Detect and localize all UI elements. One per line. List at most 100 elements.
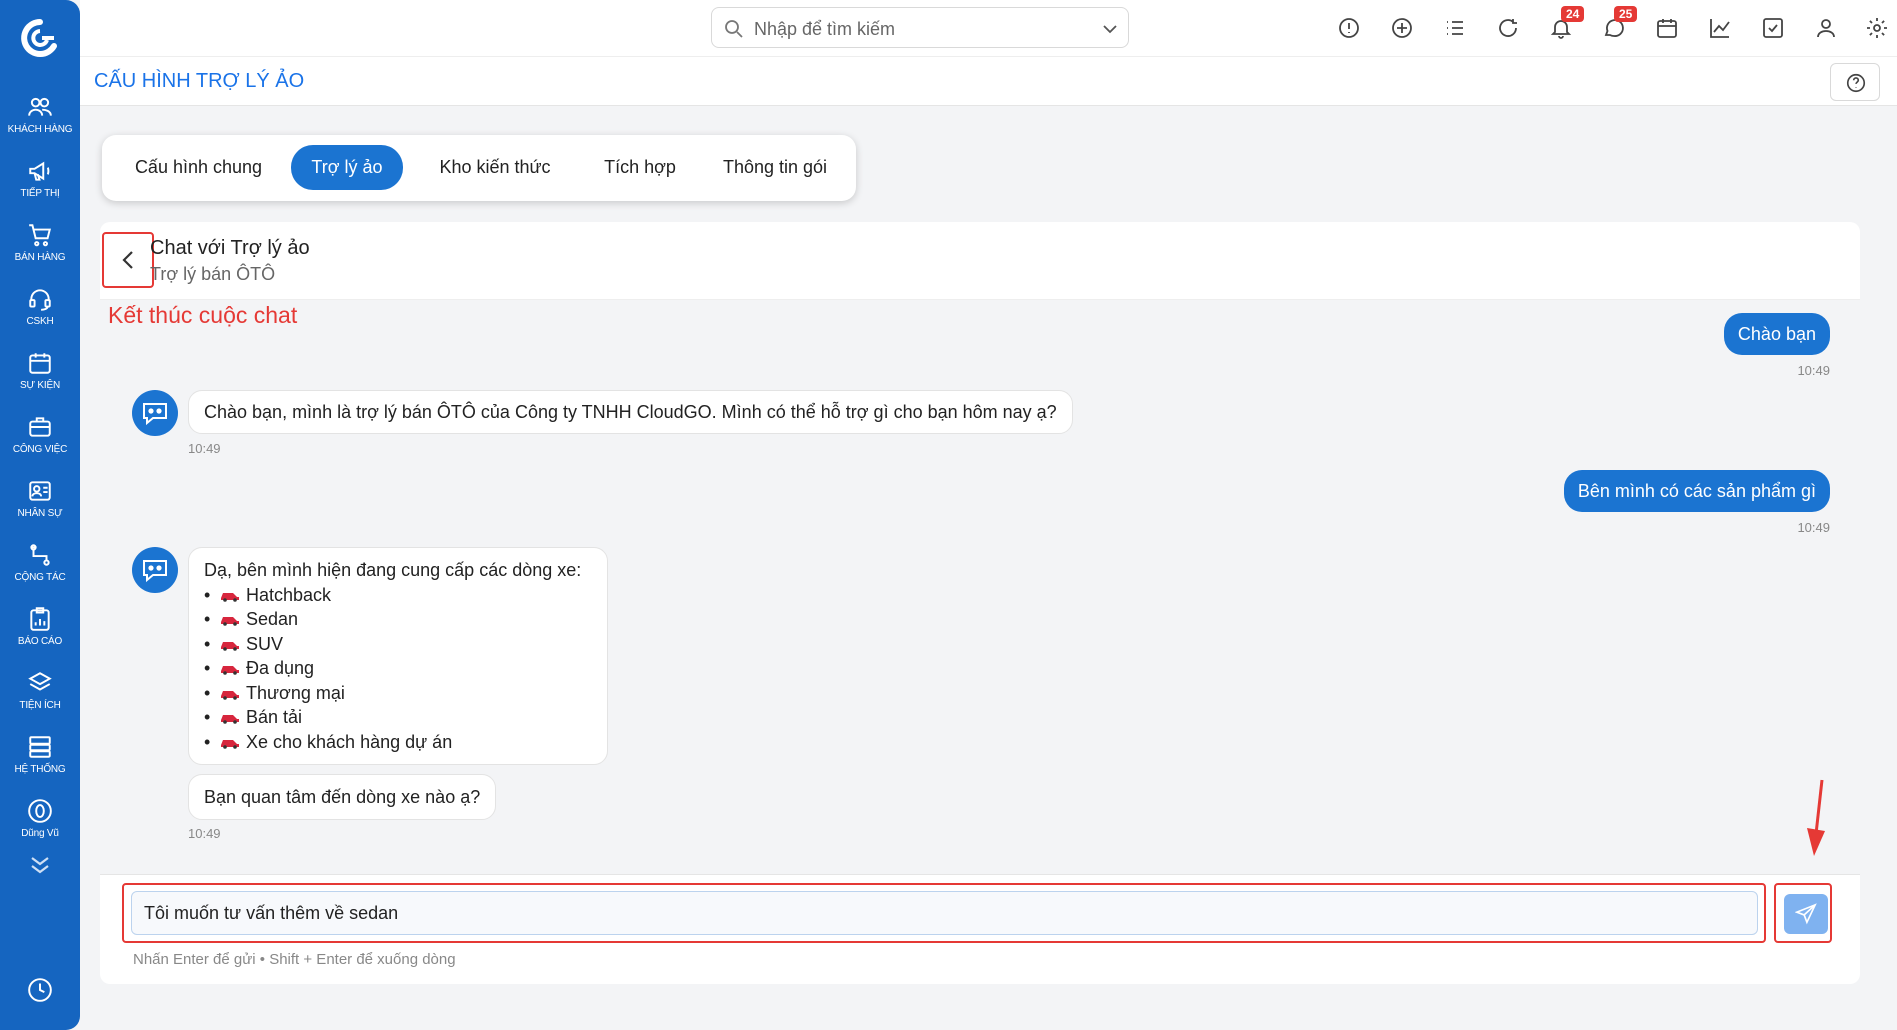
calendar-button[interactable]	[1655, 16, 1679, 40]
chat-composer: Nhấn Enter để gửi • Shift + Enter để xuố…	[100, 874, 1860, 984]
sidebar-item-bao-cao[interactable]: BÁO CÁO	[0, 606, 80, 666]
global-search[interactable]: Nhập để tìm kiếm	[711, 7, 1129, 48]
list-icon	[1447, 21, 1463, 35]
help-button[interactable]	[1830, 63, 1880, 101]
tab-tro-ly-ao[interactable]: Trợ lý ảo	[291, 145, 403, 190]
list-item: Xe cho khách hàng dự án	[204, 730, 592, 755]
bot-avatar	[132, 547, 178, 593]
sidebar-item-label: SỰ KIỆN	[20, 380, 60, 391]
list-item: Hatchback	[204, 583, 592, 608]
refresh-button[interactable]	[1496, 16, 1520, 40]
notifications-badge: 24	[1561, 6, 1585, 22]
sidebar-item-label: BÁO CÁO	[17, 636, 63, 647]
sidebar-item-cskh[interactable]: CSKH	[0, 286, 80, 346]
sidebar-item-he-thong[interactable]: HỆ THỐNG	[0, 734, 80, 794]
id-card-icon	[29, 481, 51, 501]
plus-circle-icon	[1392, 18, 1412, 38]
sidebar-item-label: Dũng Vũ	[21, 828, 59, 839]
messages-button[interactable]: 25	[1602, 6, 1638, 40]
help-circle-icon	[1846, 73, 1866, 93]
chevron-left-icon	[122, 251, 133, 269]
bot-message-followup: Bạn quan tâm đến dòng xe nào ạ?	[188, 774, 497, 820]
tab-cau-hinh-chung[interactable]: Cấu hình chung	[116, 145, 281, 190]
car-icon	[221, 641, 239, 651]
sidebar-item-label: KHÁCH HÀNG	[7, 124, 73, 135]
car-icon	[221, 617, 239, 627]
search-icon	[725, 20, 743, 38]
robot-chat-icon	[143, 560, 167, 583]
sidebar-item-nhan-su[interactable]: NHÂN SỰ	[0, 478, 80, 538]
sidebar-item-tien-ich[interactable]: TIỆN ÍCH	[0, 670, 80, 730]
tasks-button[interactable]	[1761, 16, 1785, 40]
sidebar-item-label: CÔNG VIỆC	[12, 444, 68, 455]
calendar-icon	[29, 353, 51, 374]
list-button[interactable]	[1443, 16, 1467, 40]
add-button[interactable]	[1390, 16, 1414, 40]
tab-kho-kien-thuc[interactable]: Kho kiến thức	[420, 145, 570, 190]
users-icon	[28, 97, 52, 116]
sidebar-item-label: TIẾP THỊ	[20, 188, 60, 199]
composer-hint: Nhấn Enter để gửi • Shift + Enter để xuố…	[133, 951, 456, 968]
sidebar-item-user[interactable]: Dũng Vũ	[0, 798, 80, 858]
send-icon	[1795, 903, 1817, 925]
list-item: Đa dụng	[204, 656, 592, 681]
cloudgo-logo-icon[interactable]	[20, 18, 60, 58]
send-button[interactable]	[1784, 894, 1828, 934]
chevron-down-icon[interactable]	[1102, 21, 1118, 37]
cart-icon	[29, 224, 51, 247]
sidebar-item-tiep-thi[interactable]: TIẾP THỊ	[0, 158, 80, 218]
profile-button[interactable]	[1814, 16, 1838, 40]
page-title: CẤU HÌNH TRỢ LÝ ẢO	[94, 70, 305, 92]
clock-icon[interactable]	[27, 977, 53, 1003]
sidebar-item-khach-hang[interactable]: KHÁCH HÀNG	[0, 94, 80, 154]
analytics-button[interactable]	[1708, 16, 1732, 40]
bot-avatar	[132, 390, 178, 436]
notifications-button[interactable]: 24	[1549, 6, 1585, 40]
car-icon	[221, 666, 239, 676]
list-item: Sedan	[204, 607, 592, 632]
user-message: Chào bạn	[1723, 313, 1830, 355]
tab-thong-tin-goi[interactable]: Thông tin gói	[710, 145, 840, 190]
sidebar-item-cong-tac[interactable]: CỘNG TÁC	[0, 542, 80, 602]
sidebar-item-su-kien[interactable]: SỰ KIỆN	[0, 350, 80, 410]
server-icon	[29, 736, 51, 758]
tab-tich-hop[interactable]: Tích hợp	[585, 145, 695, 190]
list-item: Bán tải	[204, 705, 592, 730]
sidebar: KHÁCH HÀNG TIẾP THỊ BÁN HÀNG CSKH SỰ KIỆ…	[0, 0, 80, 1030]
sidebar-item-label: CỘNG TÁC	[14, 572, 66, 583]
alert-circle-icon	[1339, 18, 1359, 38]
sidebar-item-ban-hang[interactable]: BÁN HÀNG	[0, 222, 80, 282]
checkbox-icon	[1763, 18, 1783, 38]
settings-button[interactable]	[1865, 16, 1889, 40]
report-icon	[30, 607, 50, 631]
car-icon	[221, 715, 239, 725]
alert-button[interactable]	[1337, 16, 1361, 40]
chat-panel: Chat với Trợ lý ảo Trợ lý bán ÔTÔ Kết th…	[100, 222, 1860, 984]
list-item: Thương mại	[204, 681, 592, 706]
robot-chat-icon	[143, 403, 167, 426]
message-time: 10:49	[188, 441, 221, 456]
message-time: 10:49	[1797, 363, 1830, 378]
sidebar-item-label: CSKH	[26, 316, 54, 327]
car-icon	[221, 739, 239, 749]
sidebar-item-label: TIỆN ÍCH	[19, 700, 61, 711]
car-icon	[221, 592, 239, 602]
gear-icon	[1867, 18, 1887, 38]
chevrons-down-icon[interactable]	[27, 855, 53, 875]
chat-header: Chat với Trợ lý ảo Trợ lý bán ÔTÔ	[100, 222, 1860, 300]
car-icon	[221, 690, 239, 700]
sidebar-item-label: NHÂN SỰ	[17, 508, 63, 519]
sidebar-item-cong-viec[interactable]: CÔNG VIỆC	[0, 414, 80, 474]
megaphone-icon	[29, 161, 50, 181]
layers-icon	[28, 672, 52, 691]
headset-icon	[29, 289, 51, 311]
end-chat-back-button[interactable]	[102, 232, 154, 288]
bot-message: Chào bạn, mình là trợ lý bán ÔTÔ của Côn…	[188, 390, 1073, 434]
chat-input[interactable]	[131, 891, 1758, 935]
messages-badge: 25	[1614, 6, 1638, 22]
message-time: 10:49	[188, 826, 221, 841]
bot-message-list: Dạ, bên mình hiện đang cung cấp các dòng…	[188, 547, 608, 765]
end-chat-annotation: Kết thúc cuộc chat	[108, 302, 298, 328]
line-chart-icon	[1710, 19, 1730, 38]
sidebar-item-label: BÁN HÀNG	[14, 252, 66, 263]
